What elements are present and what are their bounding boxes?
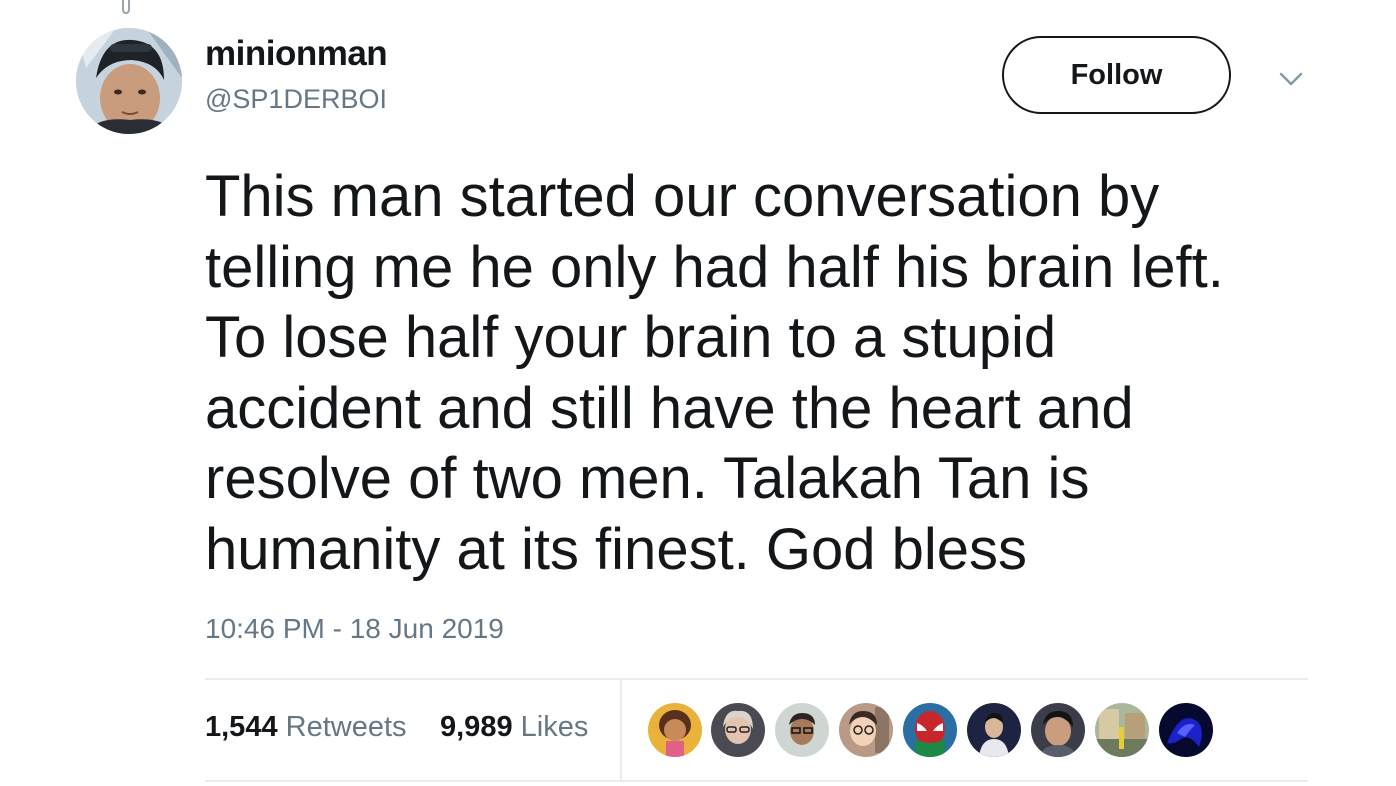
retweets-stat[interactable]: 1,544 Retweets (205, 711, 407, 744)
tweet-text-line: accident and still have the heart and (205, 375, 1134, 441)
tweet-text: This man started our conversation by tel… (205, 162, 1325, 585)
retweets-count: 1,544 (205, 711, 278, 743)
young-man-avatar[interactable] (1031, 703, 1085, 757)
cartoon-man-avatar[interactable] (839, 703, 893, 757)
tweet-timestamp[interactable]: 10:46 PM - 18 Jun 2019 (205, 613, 504, 645)
likes-count: 9,989 (440, 711, 513, 743)
tweet-text-line: This man started our conversation by (205, 164, 1160, 229)
spiderman-avatar[interactable] (903, 703, 957, 757)
follow-button[interactable]: Follow (1002, 36, 1231, 114)
person-avatar[interactable] (967, 703, 1021, 757)
chevron-down-icon[interactable] (1276, 64, 1306, 94)
divider (205, 678, 1308, 680)
likes-label: Likes (520, 711, 589, 743)
tweet-text-line: To lose half your brain to a stupid (205, 305, 1057, 370)
tweet-text-line: resolve of two men. Talakah Tan is (205, 446, 1090, 511)
likes-stat[interactable]: 9,989 Likes (440, 711, 588, 744)
tweet-text-line: telling me he only had half his brain le… (205, 234, 1224, 300)
man-glasses-avatar[interactable] (775, 703, 829, 757)
woman-glasses-avatar[interactable] (711, 703, 765, 757)
divider (205, 780, 1308, 782)
display-name[interactable]: minionman (205, 34, 388, 74)
scroll-artifact (122, 0, 130, 14)
street-scene-avatar[interactable] (1095, 703, 1149, 757)
user-avatar[interactable] (76, 28, 182, 134)
blue-abstract-avatar[interactable] (1159, 703, 1213, 757)
stats-separator (620, 680, 622, 780)
dora-avatar[interactable] (648, 703, 702, 757)
user-handle[interactable]: @SP1DERBOI (205, 84, 387, 115)
tweet-text-line: humanity at its finest. God bless (205, 516, 1028, 582)
retweets-label: Retweets (285, 711, 407, 743)
